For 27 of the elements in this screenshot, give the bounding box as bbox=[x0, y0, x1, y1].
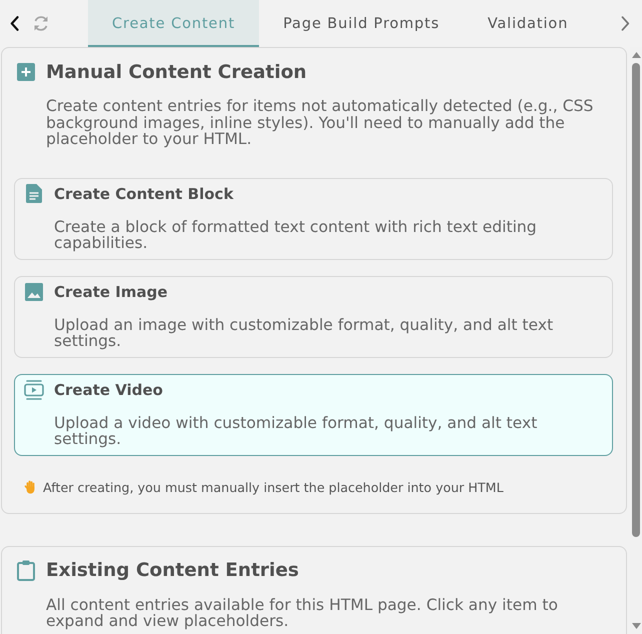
scroll-up-icon[interactable] bbox=[632, 52, 640, 58]
instruction-note: After creating, you must manually insert the placeholder into your HTML bbox=[43, 480, 504, 494]
option-description: Upload an image with customizable format, quality, and alt text settings. bbox=[54, 316, 554, 348]
option-description: Upload a video with customizable format, quality, and alt text settings. bbox=[54, 414, 538, 446]
section-description: Create content entries for items not automatically detected (e.g., CSS background images, inline styles). You'll need to manually add the placeholder to your HTML. bbox=[46, 98, 594, 148]
tab[interactable]: Validation bbox=[464, 0, 592, 47]
option-card[interactable]: Create Content Block Create a block of formatted text content with rich text editing capabilities. bbox=[14, 178, 613, 260]
scrollbar-thumb[interactable] bbox=[632, 63, 640, 537]
section-description: All content entries available for this HTML page. Click any item to expand and view placeholders. bbox=[46, 596, 559, 630]
section-title: Existing Content Entries bbox=[46, 560, 299, 581]
scroll-down-icon[interactable] bbox=[632, 623, 640, 629]
tab[interactable]: Page Build Prompts bbox=[259, 0, 464, 47]
back-chevron-icon[interactable] bbox=[10, 16, 19, 31]
image-icon bbox=[25, 282, 43, 300]
option-title: Create Video bbox=[54, 380, 164, 400]
video-icon bbox=[24, 380, 44, 400]
plus-icon bbox=[17, 63, 35, 81]
document-icon bbox=[26, 184, 42, 203]
raised-hand-icon bbox=[24, 480, 36, 494]
next-chevron-icon[interactable] bbox=[621, 16, 630, 31]
option-card[interactable]: Create Video Upload a video with customizable format, quality, and alt text settings. bbox=[14, 374, 613, 456]
option-card[interactable]: Create Image Upload an image with customizable format, quality, and alt text settings. bbox=[14, 276, 613, 358]
clipboard-icon bbox=[17, 560, 35, 581]
option-description: Create a block of formatted text content with rich text editing capabilities. bbox=[54, 218, 538, 250]
option-title: Create Content Block bbox=[54, 184, 234, 204]
section-title: Manual Content Creation bbox=[46, 62, 307, 82]
option-title: Create Image bbox=[54, 282, 169, 302]
